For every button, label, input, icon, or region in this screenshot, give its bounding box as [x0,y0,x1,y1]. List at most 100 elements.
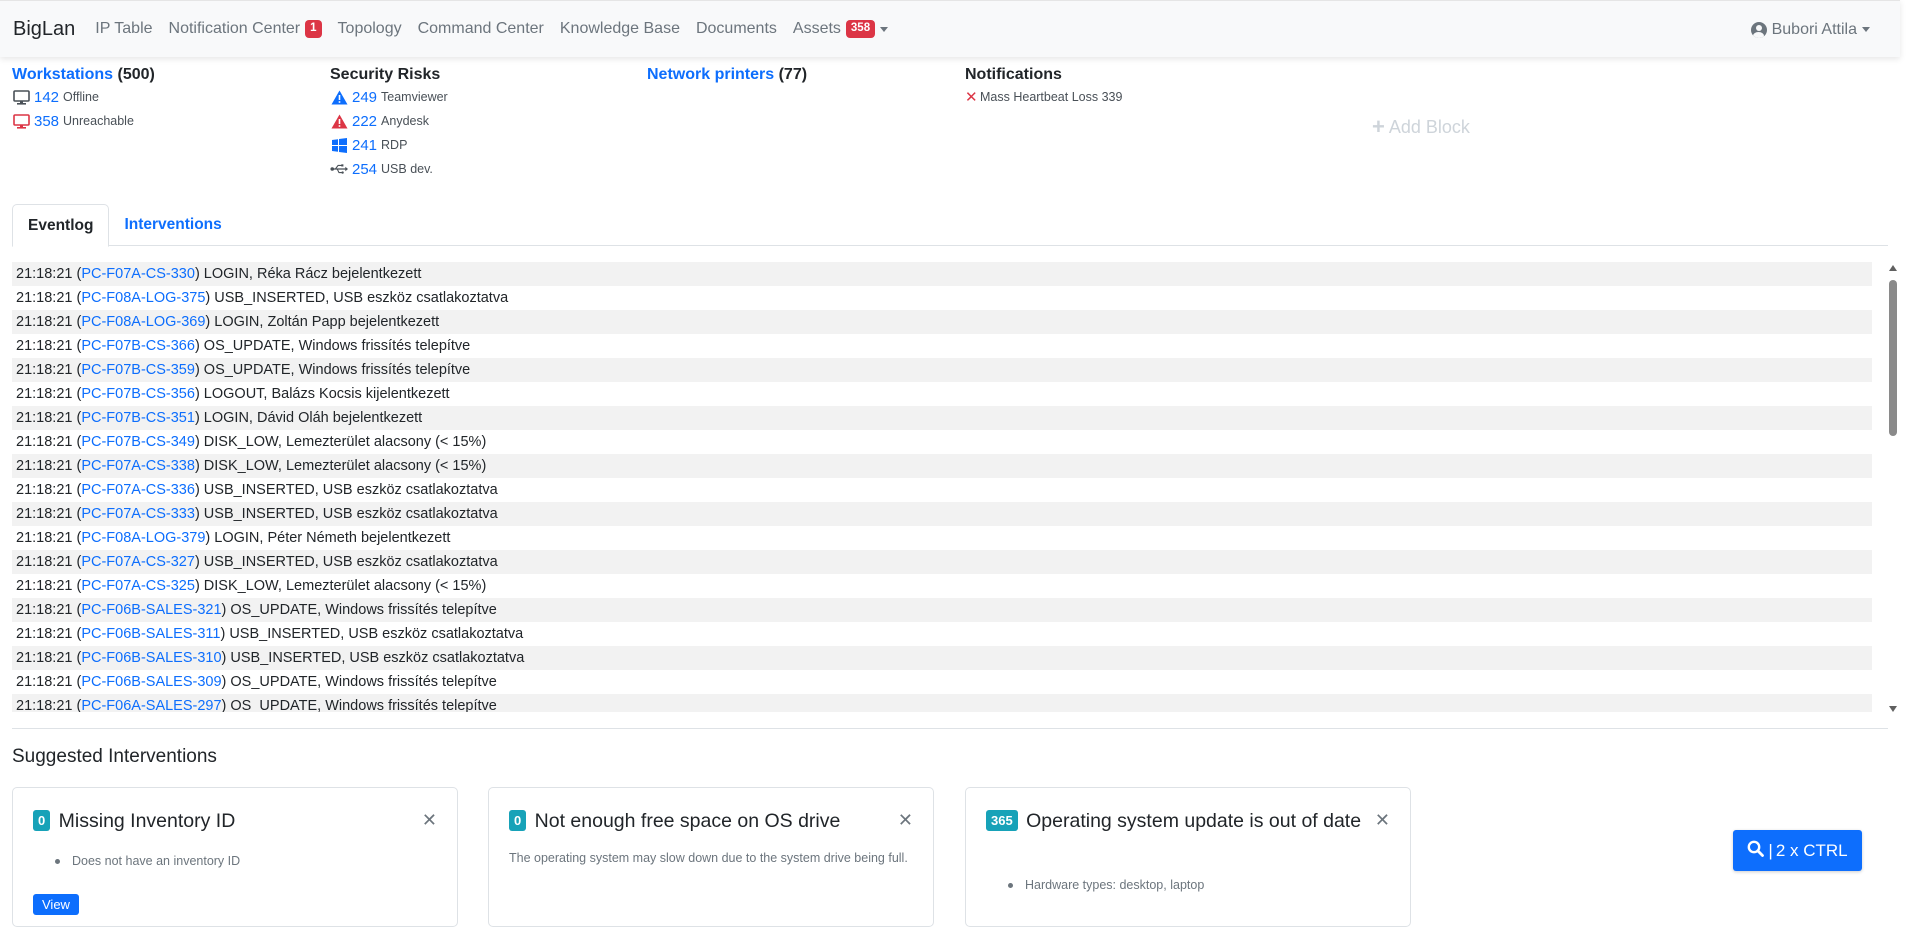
monitor-red-icon [12,113,30,129]
event-host-link[interactable]: PC-F07B-CS-349 [81,434,195,450]
rdp-count-link[interactable]: 241 [352,137,377,154]
nav-label: Assets [792,20,841,37]
nav-ip-table[interactable]: IP Table [95,20,152,38]
brand-logo[interactable]: BigLan [13,18,75,41]
paren-open: ( [72,338,82,354]
eventlog-row: 21:18:21 (PC-F06B-SALES-321) OS_UPDATE, … [12,598,1872,622]
eventlog-row: 21:18:21 (PC-F07B-CS-366) OS_UPDATE, Win… [12,334,1872,358]
search-shortcut-label: 2 x CTRL [1775,840,1848,860]
event-time: 21:18:21 [16,554,73,570]
notification-item[interactable]: ✕ Mass Heartbeat Loss 339 [965,85,1122,109]
event-host-link[interactable]: PC-F06B-SALES-311 [81,626,220,642]
error-x-icon: ✕ [965,89,978,106]
tab-interventions[interactable]: Interventions [109,204,236,246]
event-message: OS_UPDATE, Windows frissítés telepítve [230,602,497,618]
anydesk-count-link[interactable]: 222 [352,113,377,130]
eventlog-row: 21:18:21 (PC-F07A-CS-336) USB_INSERTED, … [12,478,1872,502]
event-time: 21:18:21 [16,338,73,354]
event-host-link[interactable]: PC-F08A-LOG-375 [81,290,205,306]
eventlog-row: 21:18:21 (PC-F07A-CS-330) LOGIN, Réka Rá… [12,262,1872,286]
event-host-link[interactable]: PC-F06A-SALES-297 [81,698,221,712]
paren-open: ( [72,266,82,282]
event-message: OS_UPDATE, Windows frissítés telepítve [203,362,471,378]
paren-open: ( [72,482,82,498]
event-host-link[interactable]: PC-F07A-CS-333 [81,506,195,522]
nav-command-center[interactable]: Command Center [418,20,544,38]
event-host-link[interactable]: PC-F07B-CS-366 [81,338,195,354]
nav-notification-center[interactable]: Notification Center 1 [169,20,322,38]
tab-eventlog[interactable]: Eventlog [12,204,110,247]
event-host-link[interactable]: PC-F06B-SALES-321 [81,602,221,618]
user-name: Bubori Attila [1771,20,1857,38]
eventlog-row: 21:18:21 (PC-F07A-CS-325) DISK_LOW, Leme… [12,574,1872,598]
close-icon[interactable]: ✕ [898,810,913,831]
eventlog-row: 21:18:21 (PC-F07B-CS-356) LOGOUT, Balázs… [12,382,1872,406]
nav-label: Topology [337,20,402,37]
card-count-badge: 365 [986,810,1018,831]
unreachable-count-link[interactable]: 358 [34,113,59,130]
section-divider [12,728,1888,729]
event-time: 21:18:21 [16,698,73,712]
event-host-link[interactable]: PC-F08A-LOG-369 [81,314,205,330]
nav-knowledge-base[interactable]: Knowledge Base [560,20,680,38]
eventlog-list[interactable]: 21:18:21 (PC-F07A-CS-330) LOGIN, Réka Rá… [12,262,1872,712]
paren-close: ) [194,386,204,402]
event-host-link[interactable]: PC-F06B-SALES-309 [81,674,221,690]
unreachable-label: Unreachable [63,114,134,128]
paren-open: ( [72,314,82,330]
event-host-link[interactable]: PC-F07B-CS-356 [81,386,195,402]
paren-close: ) [194,338,204,354]
scrollbar-thumb[interactable] [1889,280,1897,436]
event-host-link[interactable]: PC-F07A-CS-327 [81,554,195,570]
event-host-link[interactable]: PC-F07A-CS-330 [81,266,195,282]
event-host-link[interactable]: PC-F07A-CS-336 [81,482,195,498]
close-icon[interactable]: ✕ [1375,810,1390,831]
event-message: USB_INSERTED, USB eszköz csatlakoztatva [229,626,524,642]
nav-topology[interactable]: Topology [338,20,402,38]
anydesk-row: 222 Anydesk [330,109,448,133]
workstations-link[interactable]: Workstations [12,66,113,83]
close-icon[interactable]: ✕ [422,810,437,831]
usb-count-link[interactable]: 254 [352,161,377,178]
eventlog-row: 21:18:21 (PC-F06B-SALES-309) OS_UPDATE, … [12,670,1872,694]
paren-open: ( [72,698,82,712]
event-host-link[interactable]: PC-F07B-CS-359 [81,362,195,378]
event-time: 21:18:21 [16,626,73,642]
card-title: Missing Inventory ID [58,810,236,832]
eventlog-scrollbar[interactable] [1886,262,1900,712]
network-printers-count: (77) [778,66,808,83]
eventlog-row: 21:18:21 (PC-F08A-LOG-379) LOGIN, Péter … [12,526,1872,550]
paren-open: ( [72,674,82,690]
paren-open: ( [72,530,82,546]
event-time: 21:18:21 [16,506,73,522]
event-time: 21:18:21 [16,650,73,666]
notification-count-badge: 1 [305,20,322,38]
view-button[interactable]: View [33,894,79,915]
network-printers-link[interactable]: Network printers [647,66,774,83]
monitor-icon [12,89,30,105]
card-count-badge: 0 [509,810,527,831]
user-menu[interactable]: Bubori Attila [1750,1,1870,58]
nav-documents[interactable]: Documents [696,20,777,38]
event-host-link[interactable]: PC-F08A-LOG-379 [81,530,205,546]
event-host-link[interactable]: PC-F06B-SALES-310 [81,650,221,666]
scroll-up-arrow-icon[interactable] [1889,265,1897,271]
event-host-link[interactable]: PC-F07A-CS-338 [81,458,195,474]
search-shortcut-button[interactable]: | 2 x CTRL [1733,830,1862,871]
event-time: 21:18:21 [16,362,73,378]
offline-count-link[interactable]: 142 [34,89,59,106]
eventlog-row: 21:18:21 (PC-F07B-CS-351) LOGIN, Dávid O… [12,406,1872,430]
main-tabs: Eventlog Interventions [12,204,1888,247]
teamviewer-count-link[interactable]: 249 [352,89,377,106]
network-printers-block: Network printers (77) [647,65,807,85]
paren-close: ) [194,578,204,594]
eventlog-row: 21:18:21 (PC-F07A-CS-338) DISK_LOW, Leme… [12,454,1872,478]
paren-open: ( [72,290,82,306]
event-host-link[interactable]: PC-F07B-CS-351 [81,410,195,426]
scroll-down-arrow-icon[interactable] [1889,706,1897,712]
nav-label: Documents [695,20,777,37]
add-block-button[interactable]: + Add Block [1372,114,1470,140]
nav-assets-dropdown[interactable]: Assets 358 [792,20,889,38]
paren-open: ( [72,650,82,666]
event-host-link[interactable]: PC-F07A-CS-325 [81,578,195,594]
